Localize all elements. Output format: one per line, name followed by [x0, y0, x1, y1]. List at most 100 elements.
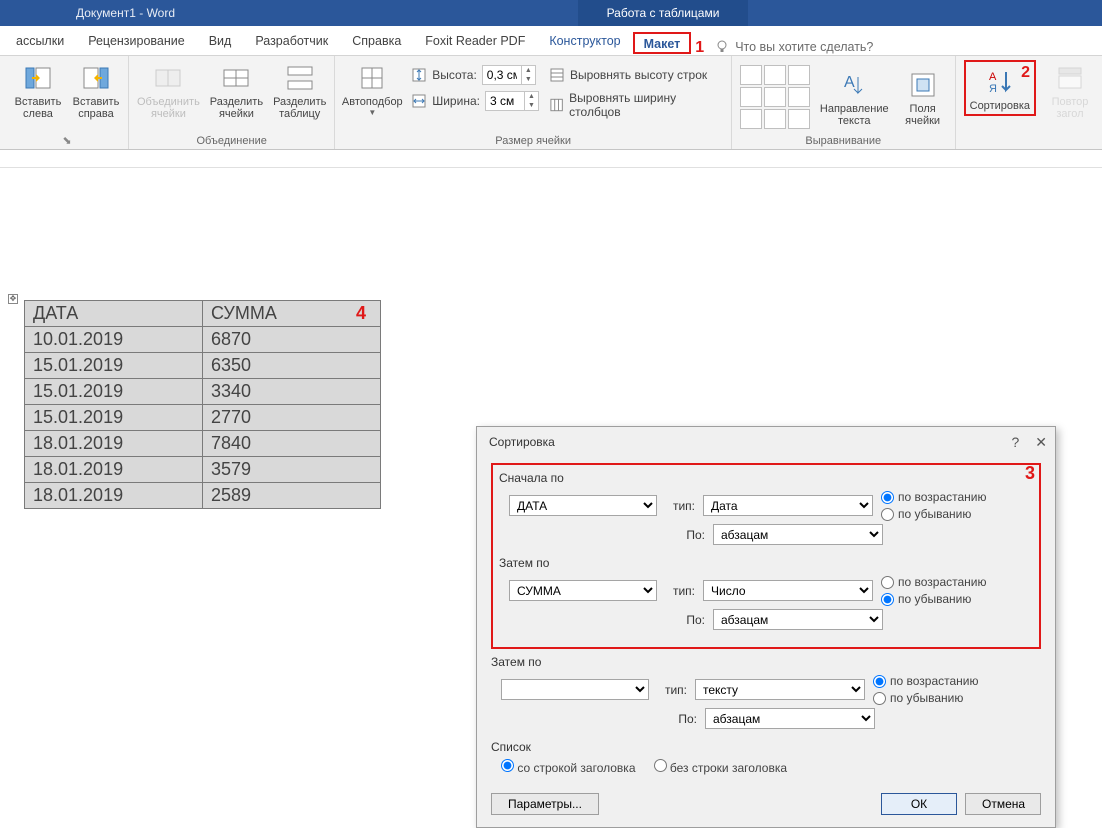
split-cells-button[interactable]: Разделить ячейки	[210, 60, 263, 120]
context-tab-title: Работа с таблицами	[578, 0, 748, 26]
sort2-by-select[interactable]: абзацам	[713, 609, 883, 630]
tab-foxit[interactable]: Foxit Reader PDF	[413, 28, 537, 55]
annotation-4: 4	[356, 303, 366, 324]
table-cell[interactable]: 6350	[203, 353, 381, 379]
tab-layout[interactable]: Макет	[633, 32, 692, 54]
table-cell[interactable]: 15.01.2019	[25, 405, 203, 431]
insert-left-button[interactable]: Вставить слева	[14, 60, 62, 120]
header-no-radio[interactable]: без строки заголовка	[654, 759, 788, 775]
sort2-desc-radio[interactable]: по убыванию	[881, 592, 987, 606]
split-label: Разделить ячейки	[210, 96, 263, 120]
ruler[interactable]	[0, 150, 1102, 168]
spin-down-icon[interactable]: ▼	[525, 101, 538, 110]
table-cell[interactable]: 10.01.2019	[25, 327, 203, 353]
dialog-titlebar[interactable]: Сортировка ? ✕	[477, 427, 1055, 457]
sort1-desc-radio[interactable]: по убыванию	[881, 507, 987, 521]
ok-button[interactable]: ОК	[881, 793, 957, 815]
height-input[interactable]	[483, 66, 521, 84]
tab-layout-label: Макет	[644, 37, 681, 51]
repeat-header-icon	[1054, 62, 1086, 94]
sort2-by-label: По:	[675, 613, 705, 627]
sort1-field-select[interactable]: ДАТА	[509, 495, 657, 516]
close-button[interactable]: ✕	[1035, 434, 1047, 451]
table-cell[interactable]: 7840	[203, 431, 381, 457]
sort3-type-select[interactable]: тексту	[695, 679, 865, 700]
table-header-sum[interactable]: СУММА 4	[203, 301, 381, 327]
options-button[interactable]: Параметры...	[491, 793, 599, 815]
sort3-desc-radio[interactable]: по убыванию	[873, 691, 979, 705]
merge-label: Объединить ячейки	[137, 96, 200, 120]
table-cell[interactable]: 18.01.2019	[25, 483, 203, 509]
table-cell[interactable]: 6870	[203, 327, 381, 353]
spin-up-icon[interactable]: ▲	[525, 92, 538, 101]
width-icon	[411, 93, 427, 109]
sort1-by-select[interactable]: абзацам	[713, 524, 883, 545]
distribute-cols-icon	[549, 97, 564, 113]
sort1-type-select[interactable]: Дата	[703, 495, 873, 516]
autofit-button[interactable]: Автоподбор ▼	[343, 60, 401, 117]
sort2-type-select[interactable]: Число	[703, 580, 873, 601]
then-by-legend: Затем по	[499, 556, 549, 570]
height-spinner[interactable]: ▲▼	[482, 65, 536, 85]
width-spinner[interactable]: ▲▼	[485, 91, 539, 111]
distribute-cols-button[interactable]: Выровнять ширину столбцов	[549, 94, 723, 116]
cell-margins-icon	[907, 69, 939, 101]
sort3-field-select[interactable]	[501, 679, 649, 700]
table-cell[interactable]: 2770	[203, 405, 381, 431]
text-direction-button[interactable]: A Направление текста	[820, 67, 889, 127]
desc-label: по убыванию	[890, 691, 963, 705]
table-cell[interactable]: 3579	[203, 457, 381, 483]
spin-down-icon[interactable]: ▼	[522, 75, 535, 84]
tab-help[interactable]: Справка	[340, 28, 413, 55]
cell-margins-button[interactable]: Поля ячейки	[899, 67, 947, 127]
cell-margins-label: Поля ячейки	[905, 103, 940, 127]
table-cell[interactable]: 18.01.2019	[25, 431, 203, 457]
sort3-by-select[interactable]: абзацам	[705, 708, 875, 729]
help-button[interactable]: ?	[1011, 434, 1019, 450]
table-move-handle[interactable]: ✥	[8, 294, 18, 304]
window-title: Документ1 - Word	[76, 6, 175, 20]
sort3-asc-radio[interactable]: по возрастанию	[873, 674, 979, 688]
desc-label: по убыванию	[898, 507, 971, 521]
group-rows-cols-dialog[interactable]: ⬊	[14, 132, 120, 147]
table-cell[interactable]: 15.01.2019	[25, 353, 203, 379]
tab-mailings[interactable]: ассылки	[4, 28, 76, 55]
lightbulb-icon	[714, 39, 730, 55]
table-cell[interactable]: 15.01.2019	[25, 379, 203, 405]
split-table-button[interactable]: Разделить таблицу	[273, 60, 326, 120]
tab-design[interactable]: Конструктор	[537, 28, 632, 55]
width-input[interactable]	[486, 92, 524, 110]
data-table[interactable]: ДАТА СУММА 4 10.01.20196870 15.01.201963…	[24, 300, 381, 509]
header-yes-label: со строкой заголовка	[517, 761, 635, 775]
merge-icon	[152, 62, 184, 94]
table-cell[interactable]: 18.01.2019	[25, 457, 203, 483]
cancel-button[interactable]: Отмена	[965, 793, 1041, 815]
sort2-field-select[interactable]: СУММА	[509, 580, 657, 601]
tab-view[interactable]: Вид	[197, 28, 244, 55]
sort2-asc-radio[interactable]: по возрастанию	[881, 575, 987, 589]
repeat-header-label: Повтор загол	[1052, 96, 1089, 120]
autofit-label: Автоподбор	[342, 96, 403, 108]
annotation-1: 1	[695, 39, 704, 57]
tab-developer[interactable]: Разработчик	[243, 28, 340, 55]
svg-text:А: А	[989, 71, 997, 83]
text-direction-label: Направление текста	[820, 103, 889, 127]
sort1-asc-radio[interactable]: по возрастанию	[881, 490, 987, 504]
svg-text:Я: Я	[989, 83, 997, 95]
tab-review[interactable]: Рецензирование	[76, 28, 197, 55]
table-cell[interactable]: 3340	[203, 379, 381, 405]
alignment-grid[interactable]	[740, 65, 810, 129]
ribbon: Вставить слева Вставить справа ⬊ Объедин…	[0, 56, 1102, 150]
list-legend: Список	[491, 740, 531, 754]
insert-right-button[interactable]: Вставить справа	[72, 60, 120, 120]
header-yes-radio[interactable]: со строкой заголовка	[501, 759, 636, 775]
split-table-label: Разделить таблицу	[273, 96, 326, 120]
table-header-date[interactable]: ДАТА	[25, 301, 203, 327]
distribute-rows-button[interactable]: Выровнять высоту строк	[549, 64, 723, 86]
tell-me[interactable]: Что вы хотите сделать?	[714, 39, 873, 55]
desc-label: по убыванию	[898, 592, 971, 606]
insert-left-icon	[22, 62, 54, 94]
table-cell[interactable]: 2589	[203, 483, 381, 509]
table-header-sum-label: СУММА	[211, 303, 277, 323]
spin-up-icon[interactable]: ▲	[522, 66, 535, 75]
